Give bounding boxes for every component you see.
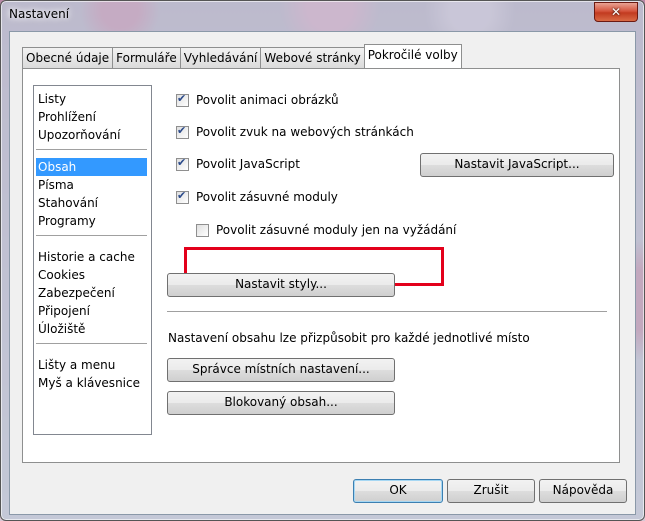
check-icon: ✔ — [177, 188, 187, 202]
javascript-settings-button[interactable]: Nastavit JavaScript... — [420, 153, 614, 177]
close-button[interactable]: ✕ — [594, 2, 638, 22]
blocked-content-button[interactable]: Blokovaný obsah... — [167, 391, 395, 415]
tab-strip: Obecné údaje Formuláře Vyhledávání Webov… — [22, 44, 462, 68]
list-item[interactable]: Prohlížení — [36, 108, 147, 126]
checkbox[interactable]: ✔ — [176, 91, 189, 107]
tab-general[interactable]: Obecné údaje — [22, 47, 113, 68]
list-item[interactable]: Programy — [36, 212, 147, 230]
list-item[interactable]: Historie a cache — [36, 248, 147, 266]
tab-advanced[interactable]: Pokročilé volby — [363, 44, 462, 68]
list-item[interactable]: Zabezpečení — [36, 284, 147, 302]
settings-dialog: Nastavení ✕ Obecné údaje Formuláře Vyhle… — [0, 0, 645, 521]
title-bar[interactable]: Nastavení ✕ — [1, 1, 644, 29]
tab-forms[interactable]: Formuláře — [112, 47, 180, 68]
list-divider — [36, 235, 147, 236]
list-item[interactable]: Úložiště — [36, 320, 147, 338]
list-item[interactable]: Listy — [36, 90, 147, 108]
checkbox-label: Povolit JavaScript — [196, 157, 300, 171]
ok-button[interactable]: OK — [353, 479, 443, 503]
tab-search[interactable]: Vyhledávání — [179, 47, 261, 68]
window-title: Nastavení — [9, 7, 70, 21]
tab-panel-advanced: Listy Prohlížení Upozorňování Obsah Písm… — [22, 68, 620, 463]
list-divider — [36, 149, 147, 150]
site-preferences-button[interactable]: Správce místních nastavení... — [167, 358, 395, 382]
style-settings-button[interactable]: Nastavit styly... — [167, 273, 395, 297]
help-button[interactable]: Nápověda — [539, 479, 627, 503]
option-animate-images[interactable]: ✔ Povolit animaci obrázků — [176, 91, 339, 109]
category-list[interactable]: Listy Prohlížení Upozorňování Obsah Písm… — [33, 85, 152, 435]
check-icon: ✔ — [177, 155, 187, 169]
option-enable-sound[interactable]: ✔ Povolit zvuk na webových stránkách — [176, 123, 414, 141]
list-item-selected[interactable]: Obsah — [36, 158, 147, 176]
option-plugins-on-demand[interactable]: Povolit zásuvné moduly jen na vyžádání — [196, 221, 456, 239]
check-icon: ✔ — [177, 91, 187, 105]
list-item[interactable]: Upozorňování — [36, 126, 147, 144]
checkbox[interactable]: ✔ — [176, 188, 189, 204]
dialog-body: Obecné údaje Formuláře Vyhledávání Webov… — [9, 31, 636, 515]
option-enable-javascript[interactable]: ✔ Povolit JavaScript — [176, 155, 300, 173]
checkbox-label: Povolit zvuk na webových stránkách — [196, 125, 414, 139]
list-item[interactable]: Stahování — [36, 194, 147, 212]
checkbox-label: Povolit zásuvné moduly — [196, 190, 338, 204]
checkbox-label: Povolit animaci obrázků — [196, 93, 339, 107]
list-item[interactable]: Připojení — [36, 302, 147, 320]
tab-web-pages[interactable]: Webové stránky — [260, 47, 364, 68]
option-enable-plugins[interactable]: ✔ Povolit zásuvné moduly — [176, 188, 338, 206]
list-item[interactable]: Cookies — [36, 266, 147, 284]
checkbox[interactable]: ✔ — [176, 123, 189, 139]
cancel-button[interactable]: Zrušit — [447, 479, 535, 503]
site-preferences-info: Nastavení obsahu lze přizpůsobit pro kaž… — [168, 331, 530, 345]
section-divider — [167, 311, 607, 312]
list-divider — [36, 343, 147, 344]
check-icon: ✔ — [177, 123, 187, 137]
checkbox[interactable] — [196, 223, 209, 237]
checkbox-label: Povolit zásuvné moduly jen na vyžádání — [216, 223, 457, 237]
checkbox[interactable]: ✔ — [176, 155, 189, 171]
list-item[interactable]: Lišty a menu — [36, 356, 147, 374]
list-item[interactable]: Písma — [36, 176, 147, 194]
list-item[interactable]: Myš a klávesnice — [36, 374, 147, 392]
